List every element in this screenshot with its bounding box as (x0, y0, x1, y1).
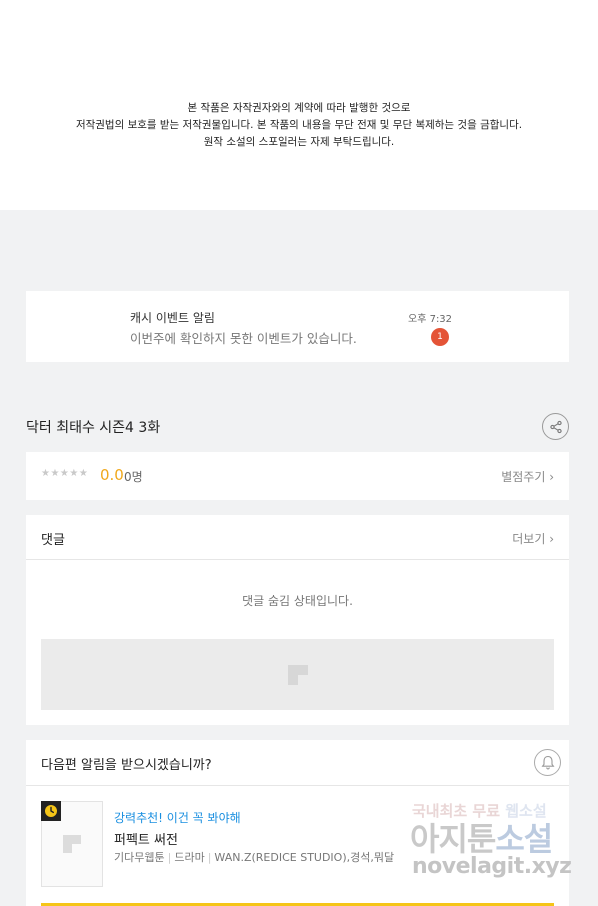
recommend-title[interactable]: 퍼펙트 써전 (114, 829, 178, 848)
next-episode-card: 다음편 알림을 받으시겠습니까? 강력추천! 이건 꼭 봐야해 퍼펙트 써전 기… (26, 740, 569, 906)
comments-title: 댓글 (41, 533, 65, 548)
rating-count: 0명 (124, 470, 143, 484)
placeholder-image-icon (63, 835, 81, 853)
push-body: 이번주에 확인하지 못한 이벤트가 있습니다. (130, 331, 357, 346)
meta-divider: | (167, 851, 172, 864)
recommend-author: WAN.Z(REDICE STUDIO),경석,뭐달 (214, 851, 395, 864)
unread-badge: 1 (431, 328, 449, 346)
notify-button[interactable] (534, 749, 561, 776)
comments-hidden-notice: 댓글 숨김 상태입니다. (242, 594, 353, 608)
placeholder-image-icon (287, 664, 308, 685)
rate-button[interactable]: 별점주기 › (501, 468, 554, 485)
share-icon (549, 420, 562, 433)
notice-line-1: 본 작품은 자작권자와의 계약에 따라 발행한 것으로 (187, 102, 411, 114)
rating-stars: ★★★★★ (41, 468, 89, 479)
next-alert-title: 다음편 알림을 받으시겠습니까? (41, 758, 212, 773)
rating-score: 0.0 (100, 466, 124, 484)
episode-title: 닥터 최태수 시즌4 3화 (26, 420, 161, 436)
push-notification-card[interactable]: 캐시 이벤트 알림 이번주에 확인하지 못한 이벤트가 있습니다. 오후 7:3… (26, 291, 569, 362)
recommend-meta: 기다무웹툰 | 드라마 | WAN.Z(REDICE STUDIO),경석,뭐달 (114, 849, 394, 865)
next-alert-header: 다음편 알림을 받으시겠습니까? (26, 740, 569, 786)
recommend-genre-2: 드라마 (174, 851, 205, 864)
rating-card: ★★★★★ 0.0 0명 별점주기 › (26, 452, 569, 500)
copyright-notice: 본 작품은 자작권자와의 계약에 따라 발행한 것으로 저작권법의 보호를 받는… (0, 0, 598, 210)
share-button[interactable] (542, 413, 569, 440)
notice-line-3: 원작 소설의 스포일러는 자제 부탁드립니다. (203, 136, 395, 148)
ad-placeholder[interactable] (41, 639, 554, 710)
comments-more-link[interactable]: 더보기 › (512, 530, 554, 547)
comments-card: 댓글 더보기 › 댓글 숨김 상태입니다. (26, 515, 569, 725)
push-time: 오후 7:32 (408, 314, 453, 325)
wait-free-clock-icon (41, 801, 61, 821)
meta-divider: | (207, 851, 212, 864)
recommend-tag: 강력추천! 이건 꼭 봐야해 (114, 811, 241, 825)
recommend-genre-1: 기다무웹툰 (114, 851, 165, 864)
bell-icon (541, 755, 554, 770)
notice-line-2: 저작권법의 보호를 받는 저작권물입니다. 본 작품의 내용을 무단 전재 및 … (75, 119, 523, 131)
push-title: 캐시 이벤트 알림 (130, 311, 215, 325)
comments-header: 댓글 더보기 › (26, 515, 569, 560)
